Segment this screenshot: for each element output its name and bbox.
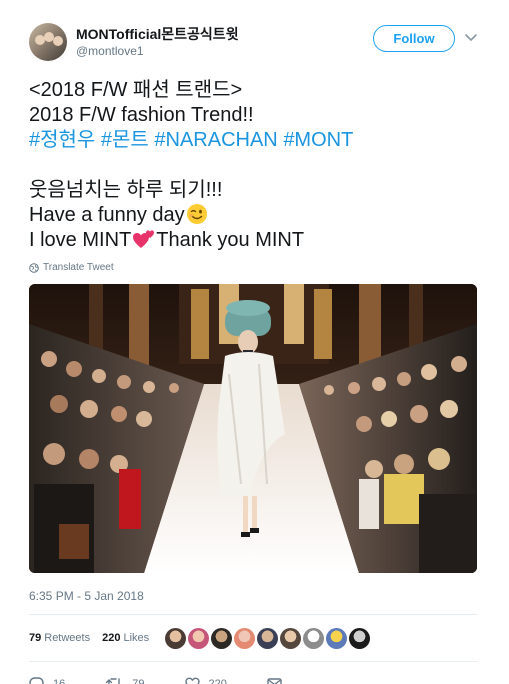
- liker-avatar[interactable]: [280, 627, 302, 649]
- globe-icon: [29, 263, 39, 273]
- likes-count: 220: [102, 632, 121, 644]
- reply-icon: [29, 677, 44, 684]
- liker-avatars: [165, 627, 372, 649]
- screen-name[interactable]: @montlove1: [76, 43, 239, 59]
- tweet-line: Have a funny day: [29, 203, 480, 228]
- like-button[interactable]: 220: [184, 677, 227, 684]
- reply-count: 16: [53, 678, 66, 684]
- hashtag-link[interactable]: #몬트: [101, 129, 149, 151]
- translate-tweet-link[interactable]: Translate Tweet: [29, 261, 480, 275]
- chevron-down-icon[interactable]: [464, 32, 478, 44]
- tweet-line-text: Have a funny day: [29, 204, 185, 226]
- tweet-header: MONTofficial몬트공식트윗 @montlove1 Follow: [29, 18, 480, 66]
- liker-avatar[interactable]: [188, 627, 210, 649]
- translate-label: Translate Tweet: [43, 262, 114, 273]
- envelope-icon: [267, 678, 282, 684]
- tweet-timestamp[interactable]: 6:35 PM - 5 Jan 2018: [29, 588, 480, 604]
- direct-message-button[interactable]: [267, 678, 291, 684]
- retweet-button[interactable]: 79: [105, 677, 145, 684]
- tweet-actions: 16 79 220: [29, 662, 480, 684]
- follow-button[interactable]: Follow: [373, 25, 455, 52]
- tweet-card: MONTofficial몬트공식트윗 @montlove1 Follow <20…: [0, 0, 509, 684]
- tweet-line-text: I love MINT: [29, 229, 132, 251]
- tweet-line: 웃음넘치는 하루 되기!!!: [29, 179, 223, 201]
- avatar-face: [53, 36, 63, 46]
- tweet-line-text: Thank you MINT: [156, 229, 305, 251]
- hashtag-link[interactable]: #MONT: [283, 129, 353, 151]
- two-hearts-icon: [133, 230, 155, 248]
- tweet-text: <2018 F/W 패션 트랜드> 2018 F/W fashion Trend…: [29, 78, 480, 253]
- user-avatar[interactable]: [29, 23, 67, 61]
- heart-icon: [184, 677, 200, 684]
- liker-avatar[interactable]: [349, 627, 371, 649]
- winking-face-icon: [186, 204, 207, 224]
- retweet-icon: [106, 678, 120, 684]
- hashtag-link[interactable]: #NARACHAN: [154, 129, 277, 151]
- liker-avatar[interactable]: [234, 627, 256, 649]
- liker-avatar[interactable]: [165, 627, 187, 649]
- retweet-count: 79: [132, 678, 145, 684]
- like-count: 220: [208, 678, 227, 684]
- liker-avatar[interactable]: [326, 627, 348, 649]
- liker-avatar[interactable]: [303, 627, 325, 649]
- tweet-line: <2018 F/W 패션 트랜드>: [29, 79, 243, 101]
- tweet-stats: 79 Retweets 220 Likes: [29, 615, 480, 661]
- hashtag-line: #정현우 #몬트 #NARACHAN #MONT: [29, 128, 480, 153]
- tweet-media-photo[interactable]: [29, 284, 477, 573]
- tweet-line: I love MINT Thank you MINT: [29, 228, 480, 253]
- tweet-line: 2018 F/W fashion Trend!!: [29, 104, 254, 126]
- runway-photo-image: [29, 284, 477, 573]
- hashtag-link[interactable]: #정현우: [29, 129, 95, 151]
- liker-avatar[interactable]: [257, 627, 279, 649]
- likes-stat[interactable]: 220 Likes: [102, 632, 149, 644]
- retweets-count: 79: [29, 632, 42, 644]
- display-name[interactable]: MONTofficial몬트공식트윗: [76, 25, 239, 43]
- reply-button[interactable]: 16: [29, 677, 65, 684]
- retweets-stat[interactable]: 79 Retweets: [29, 632, 90, 644]
- user-identity[interactable]: MONTofficial몬트공식트윗 @montlove1: [76, 25, 239, 59]
- liker-avatar[interactable]: [211, 627, 233, 649]
- retweets-label: Retweets: [44, 632, 91, 644]
- likes-label: Likes: [123, 632, 150, 644]
